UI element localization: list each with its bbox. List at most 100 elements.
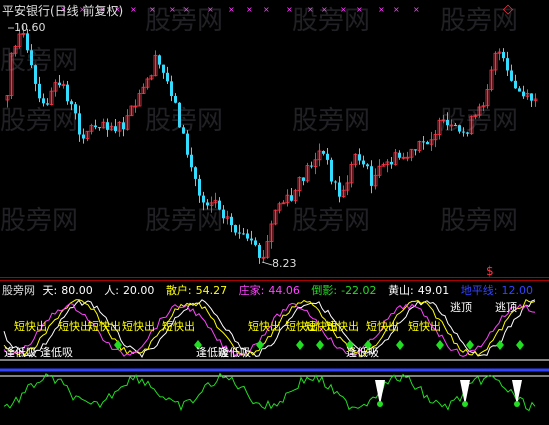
candle-body-down xyxy=(114,126,117,132)
candle-body-down xyxy=(414,149,417,151)
candle-body-down xyxy=(242,233,245,235)
chart-title: 平安银行(日线 前复权) xyxy=(2,4,124,18)
signal-short-sell: 短快出 xyxy=(366,320,399,333)
candle-body-down xyxy=(250,238,253,241)
candle-body-down xyxy=(94,125,97,128)
top-x-mark: × xyxy=(340,5,347,14)
low-pointer xyxy=(261,261,273,266)
indicator-header: 股旁网 天: 80.00 人: 20.00 散户: 54.27 庄家: 44.06 倒影… xyxy=(2,282,541,298)
high-price-label: 10.60 xyxy=(14,21,46,34)
candle-body-down xyxy=(178,102,181,128)
top-x-mark: × xyxy=(149,5,156,14)
top-x-mark: × xyxy=(393,5,400,14)
candle-body-down xyxy=(326,153,329,160)
candle-body-down xyxy=(34,65,37,84)
indicator-name: 股旁网 xyxy=(2,284,35,297)
top-x-mark: × xyxy=(169,5,176,14)
top-x-mark: × xyxy=(130,5,137,14)
green-diamond-icon xyxy=(296,340,304,350)
candle-body-down xyxy=(426,142,429,145)
candle-body-down xyxy=(358,154,361,161)
green-diamond-icon xyxy=(316,340,324,350)
signal-escape-top: 逃顶 xyxy=(495,301,517,314)
candle-body-down xyxy=(78,113,81,135)
value-daoying: 倒影: -22.02 xyxy=(311,284,377,297)
candlestick-chart[interactable]: × × × × × × × × × × × × × × × × × × × × xyxy=(0,0,549,278)
candle-body-down xyxy=(218,200,221,210)
candle-body-down xyxy=(302,177,305,181)
candle-body-down xyxy=(234,225,237,233)
green-dot xyxy=(462,401,468,407)
signal-short-sell: 短快出 xyxy=(408,320,441,333)
candle-body-down xyxy=(366,164,369,167)
value-dipingxian: 地平线: 12.00 xyxy=(460,284,533,297)
value-zhuangjia: 庄家: 44.06 xyxy=(238,284,300,297)
candle-body-down xyxy=(422,141,425,143)
candle-body-down xyxy=(166,72,169,82)
candle-body-down xyxy=(466,132,469,134)
top-x-mark: × xyxy=(286,5,293,14)
candle-body-down xyxy=(510,70,513,81)
candle-body-down xyxy=(194,167,197,179)
green-dot xyxy=(377,401,383,407)
candle-body-down xyxy=(454,125,457,127)
candle-body-down xyxy=(222,209,225,219)
value-tian: 天: 80.00 xyxy=(42,284,93,297)
value-huangshan: 黄山: 49.01 xyxy=(388,284,450,297)
candle-body-down xyxy=(46,103,49,105)
signal-short-sell: 短快出 xyxy=(88,320,121,333)
value-ren: 人: 20.00 xyxy=(104,284,155,297)
low-price-label: 8.23 xyxy=(272,257,297,270)
signal-short-sell: 短快出 xyxy=(14,320,47,333)
candle-body-down xyxy=(334,181,337,183)
candle-body-down xyxy=(106,122,109,130)
candle-body-down xyxy=(186,133,189,155)
candle-body-down xyxy=(122,122,125,130)
candle-body-down xyxy=(202,195,205,203)
signal-short-sell: 短快出 xyxy=(326,320,359,333)
candle-body-down xyxy=(38,83,41,99)
candle-body-down xyxy=(230,216,233,226)
candle-body-down xyxy=(98,127,101,129)
candle-body-down xyxy=(30,50,33,66)
candle-body-down xyxy=(182,127,185,134)
candle-body-down xyxy=(518,88,521,92)
dollar-marker: $ xyxy=(486,264,494,278)
signal-buy-low: 逢低吸 xyxy=(218,346,251,359)
candle-body-down xyxy=(174,96,177,103)
candle-body-down xyxy=(310,165,313,167)
signal-buy-low: 逢低吸 xyxy=(346,346,379,359)
candle-body-down xyxy=(74,104,77,114)
line-daoying xyxy=(3,372,536,412)
top-x-mark: × xyxy=(413,5,420,14)
candle-body-down xyxy=(362,160,365,165)
candle-body-down xyxy=(238,232,241,234)
indicator-pane[interactable]: 股旁网 天: 80.00 人: 20.00 散户: 54.27 庄家: 44.06 倒影… xyxy=(0,280,549,425)
signal-short-sell: 短快出 xyxy=(58,320,91,333)
signal-buy-low: 逢低吸 xyxy=(4,346,37,359)
signal-short-sell: 短快出 xyxy=(122,320,155,333)
signal-buy-low: 逢低吸 xyxy=(40,346,73,359)
candle-body-down xyxy=(198,178,201,196)
candle-body-down xyxy=(258,244,261,258)
signal-short-sell: 短快出 xyxy=(162,320,195,333)
candle-body-down xyxy=(370,166,373,186)
candle-body-down xyxy=(446,119,449,126)
price-chart-pane[interactable]: × × × × × × × × × × × × × × × × × × × × 平安银行(日线 前复权) ◇ 10.6… xyxy=(0,0,549,278)
candle-body-down xyxy=(322,151,325,154)
candle-body-down xyxy=(254,240,257,245)
top-x-mark: × xyxy=(207,5,214,14)
top-x-mark: × xyxy=(307,5,314,14)
diamond-icon[interactable]: ◇ xyxy=(503,2,513,17)
value-sanhu: 散户: 54.27 xyxy=(165,284,228,297)
candle-body-down xyxy=(290,195,293,201)
candle-body-down xyxy=(158,55,161,65)
candle-body-down xyxy=(530,93,533,101)
top-x-mark: × xyxy=(378,5,385,14)
top-x-mark: × xyxy=(183,5,190,14)
candle-body-down xyxy=(58,82,61,86)
candle-body-down xyxy=(462,131,465,133)
green-dot xyxy=(514,401,520,407)
candle-body-down xyxy=(170,81,173,97)
green-diamond-icon xyxy=(516,340,524,350)
